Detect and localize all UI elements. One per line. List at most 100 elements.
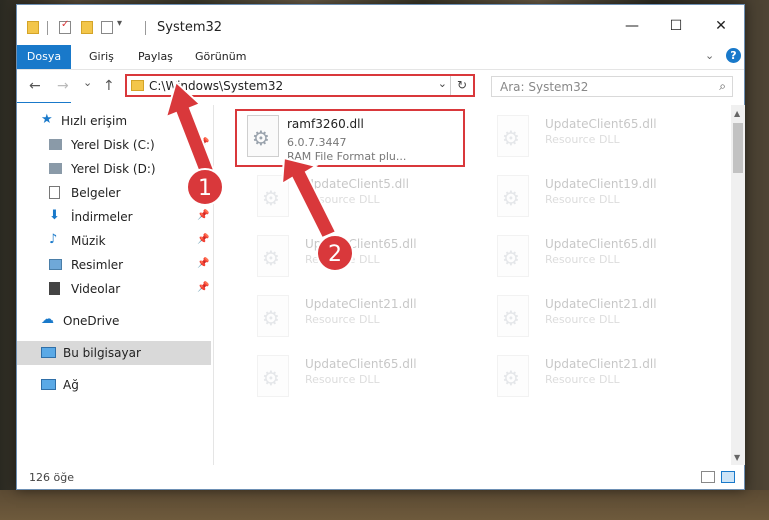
background-ground <box>0 490 769 520</box>
dll-file-icon <box>497 295 529 337</box>
tab-view[interactable]: Görünüm <box>195 45 246 69</box>
sidebar-item-label: İndirmeler <box>71 210 133 224</box>
vertical-scrollbar[interactable]: ▲ ▼ <box>731 105 745 465</box>
details-view-icon[interactable] <box>701 471 715 483</box>
sidebar-item-label: Bu bilgisayar <box>63 346 141 360</box>
dll-file-icon <box>247 115 279 157</box>
expand-ribbon-icon[interactable]: ⌄ <box>705 49 714 62</box>
file-item[interactable]: UpdateClient21.dll Resource DLL <box>475 351 705 409</box>
up-button[interactable]: ↑ <box>103 78 115 94</box>
pane-divider <box>213 105 214 465</box>
sidebar-item-local-disk-c[interactable]: Yerel Disk (C:) 📌 <box>17 133 211 157</box>
address-bar[interactable]: C:\Windows\System32 ⌄ ↻ <box>125 74 475 97</box>
large-icons-view-icon[interactable] <box>721 471 735 483</box>
scroll-up-icon[interactable]: ▲ <box>734 109 740 118</box>
dll-file-icon <box>497 115 529 157</box>
file-item[interactable]: UpdateClient5.dll Resource DLL <box>235 171 465 229</box>
sidebar-item-label: Belgeler <box>71 186 121 200</box>
file-version: 6.0.7.3447 <box>287 136 347 149</box>
drive-icon <box>49 163 62 174</box>
pin-icon: 📌 <box>197 258 210 269</box>
dll-file-icon <box>257 175 289 217</box>
minimize-button[interactable]: — <box>612 11 652 41</box>
cloud-icon: ☁ <box>41 312 54 327</box>
file-item[interactable]: UpdateClient21.dll Resource DLL <box>235 291 465 349</box>
sidebar-item-quick-access[interactable]: ★ Hızlı erişim <box>17 109 211 133</box>
refresh-button[interactable]: ↻ <box>450 76 473 95</box>
close-button[interactable]: ✕ <box>701 11 741 41</box>
dll-file-icon <box>257 295 289 337</box>
new-folder-icon[interactable] <box>81 21 93 34</box>
file-description: Resource DLL <box>545 193 620 206</box>
file-item[interactable]: UpdateClient21.dll Resource DLL <box>475 291 705 349</box>
file-description: Resource DLL <box>545 253 620 266</box>
dll-file-icon <box>497 355 529 397</box>
forward-button[interactable]: → <box>57 78 69 94</box>
properties-icon[interactable]: ✓ <box>59 19 71 34</box>
sidebar-item-label: Yerel Disk (D:) <box>71 162 156 176</box>
explorer-window: ✓ ▾ System32 — ☐ ✕ Dosya Giriş Paylaş Gö… <box>16 4 745 490</box>
file-item-ramf3260[interactable]: ramf3260.dll 6.0.7.3447 RAM File Format … <box>235 109 465 167</box>
separator <box>145 21 146 35</box>
file-item[interactable]: UpdateClient65.dll Resource DLL <box>235 351 465 409</box>
file-item[interactable]: UpdateClient19.dll Resource DLL <box>475 171 705 229</box>
sidebar-item-label: Hızlı erişim <box>61 114 128 128</box>
folder-icon <box>131 80 144 91</box>
file-description: Resource DLL <box>305 313 380 326</box>
sidebar-item-label: Ağ <box>63 378 79 392</box>
title-bar: ✓ ▾ System32 — ☐ ✕ <box>17 5 744 45</box>
document-icon <box>49 186 60 199</box>
tab-home[interactable]: Giriş <box>89 45 114 69</box>
tab-share[interactable]: Paylaş <box>138 45 173 69</box>
music-icon: ♪ <box>49 232 58 247</box>
file-name: UpdateClient65.dll <box>305 357 417 371</box>
sidebar-item-label: Videolar <box>71 282 121 296</box>
navigation-bar: ← → ⌄ ↑ C:\Windows\System32 ⌄ ↻ Ara: Sys… <box>17 69 744 102</box>
help-icon[interactable]: ? <box>726 48 741 63</box>
computer-icon <box>41 347 56 358</box>
pin-icon: 📌 <box>197 234 210 245</box>
sidebar-item-videos[interactable]: Videolar 📌 <box>17 277 211 301</box>
file-item[interactable]: UpdateClient65.dll Resource DLL <box>475 231 705 289</box>
search-input[interactable]: Ara: System32 ⌕ <box>491 76 733 97</box>
sidebar-item-this-pc[interactable]: Bu bilgisayar <box>17 341 211 365</box>
file-item[interactable]: UpdateClient65.dll Resource DLL <box>475 111 705 169</box>
star-icon: ★ <box>41 112 53 127</box>
sidebar-item-onedrive[interactable]: ☁ OneDrive <box>17 309 211 333</box>
sidebar-item-network[interactable]: Ağ <box>17 373 211 397</box>
pin-icon: 📌 <box>197 282 210 293</box>
sidebar-item-downloads[interactable]: ⬇ İndirmeler 📌 <box>17 205 211 229</box>
dll-file-icon <box>497 235 529 277</box>
address-path[interactable]: C:\Windows\System32 <box>149 79 283 93</box>
dll-file-icon <box>257 235 289 277</box>
sidebar-item-local-disk-d[interactable]: Yerel Disk (D:) 📌 <box>17 157 211 181</box>
item-count: 126 öğe <box>29 471 74 484</box>
network-icon <box>41 379 56 390</box>
file-name: UpdateClient21.dll <box>545 357 657 371</box>
file-description: Resource DLL <box>545 313 620 326</box>
file-list: ramf3260.dll 6.0.7.3447 RAM File Format … <box>215 105 735 465</box>
back-button[interactable]: ← <box>29 78 41 94</box>
file-name: UpdateClient65.dll <box>545 117 657 131</box>
customize-toolbar-icon[interactable] <box>101 21 113 34</box>
scrollbar-thumb[interactable] <box>733 123 743 173</box>
recent-locations-button[interactable]: ⌄ <box>83 76 92 89</box>
search-icon[interactable]: ⌕ <box>719 79 726 94</box>
pin-icon: 📌 <box>197 138 210 149</box>
sidebar-item-documents[interactable]: Belgeler 📌 <box>17 181 211 205</box>
pictures-icon <box>49 259 62 270</box>
sidebar-item-music[interactable]: ♪ Müzik 📌 <box>17 229 211 253</box>
dropdown-icon[interactable]: ▾ <box>117 18 122 29</box>
step-2-badge: 2 <box>316 234 354 272</box>
drive-icon <box>49 139 62 150</box>
scroll-down-icon[interactable]: ▼ <box>734 453 740 462</box>
ribbon-tabs: Dosya Giriş Paylaş Görünüm ⌄ <box>17 45 744 103</box>
maximize-button[interactable]: ☐ <box>656 11 696 41</box>
address-dropdown-icon[interactable]: ⌄ <box>438 77 447 90</box>
window-title: System32 <box>157 20 223 35</box>
separator <box>47 21 48 35</box>
video-icon <box>49 282 60 295</box>
folder-icon <box>27 21 39 34</box>
sidebar-item-pictures[interactable]: Resimler 📌 <box>17 253 211 277</box>
navigation-pane: ★ Hızlı erişim Yerel Disk (C:) 📌 Yerel D… <box>17 105 211 465</box>
